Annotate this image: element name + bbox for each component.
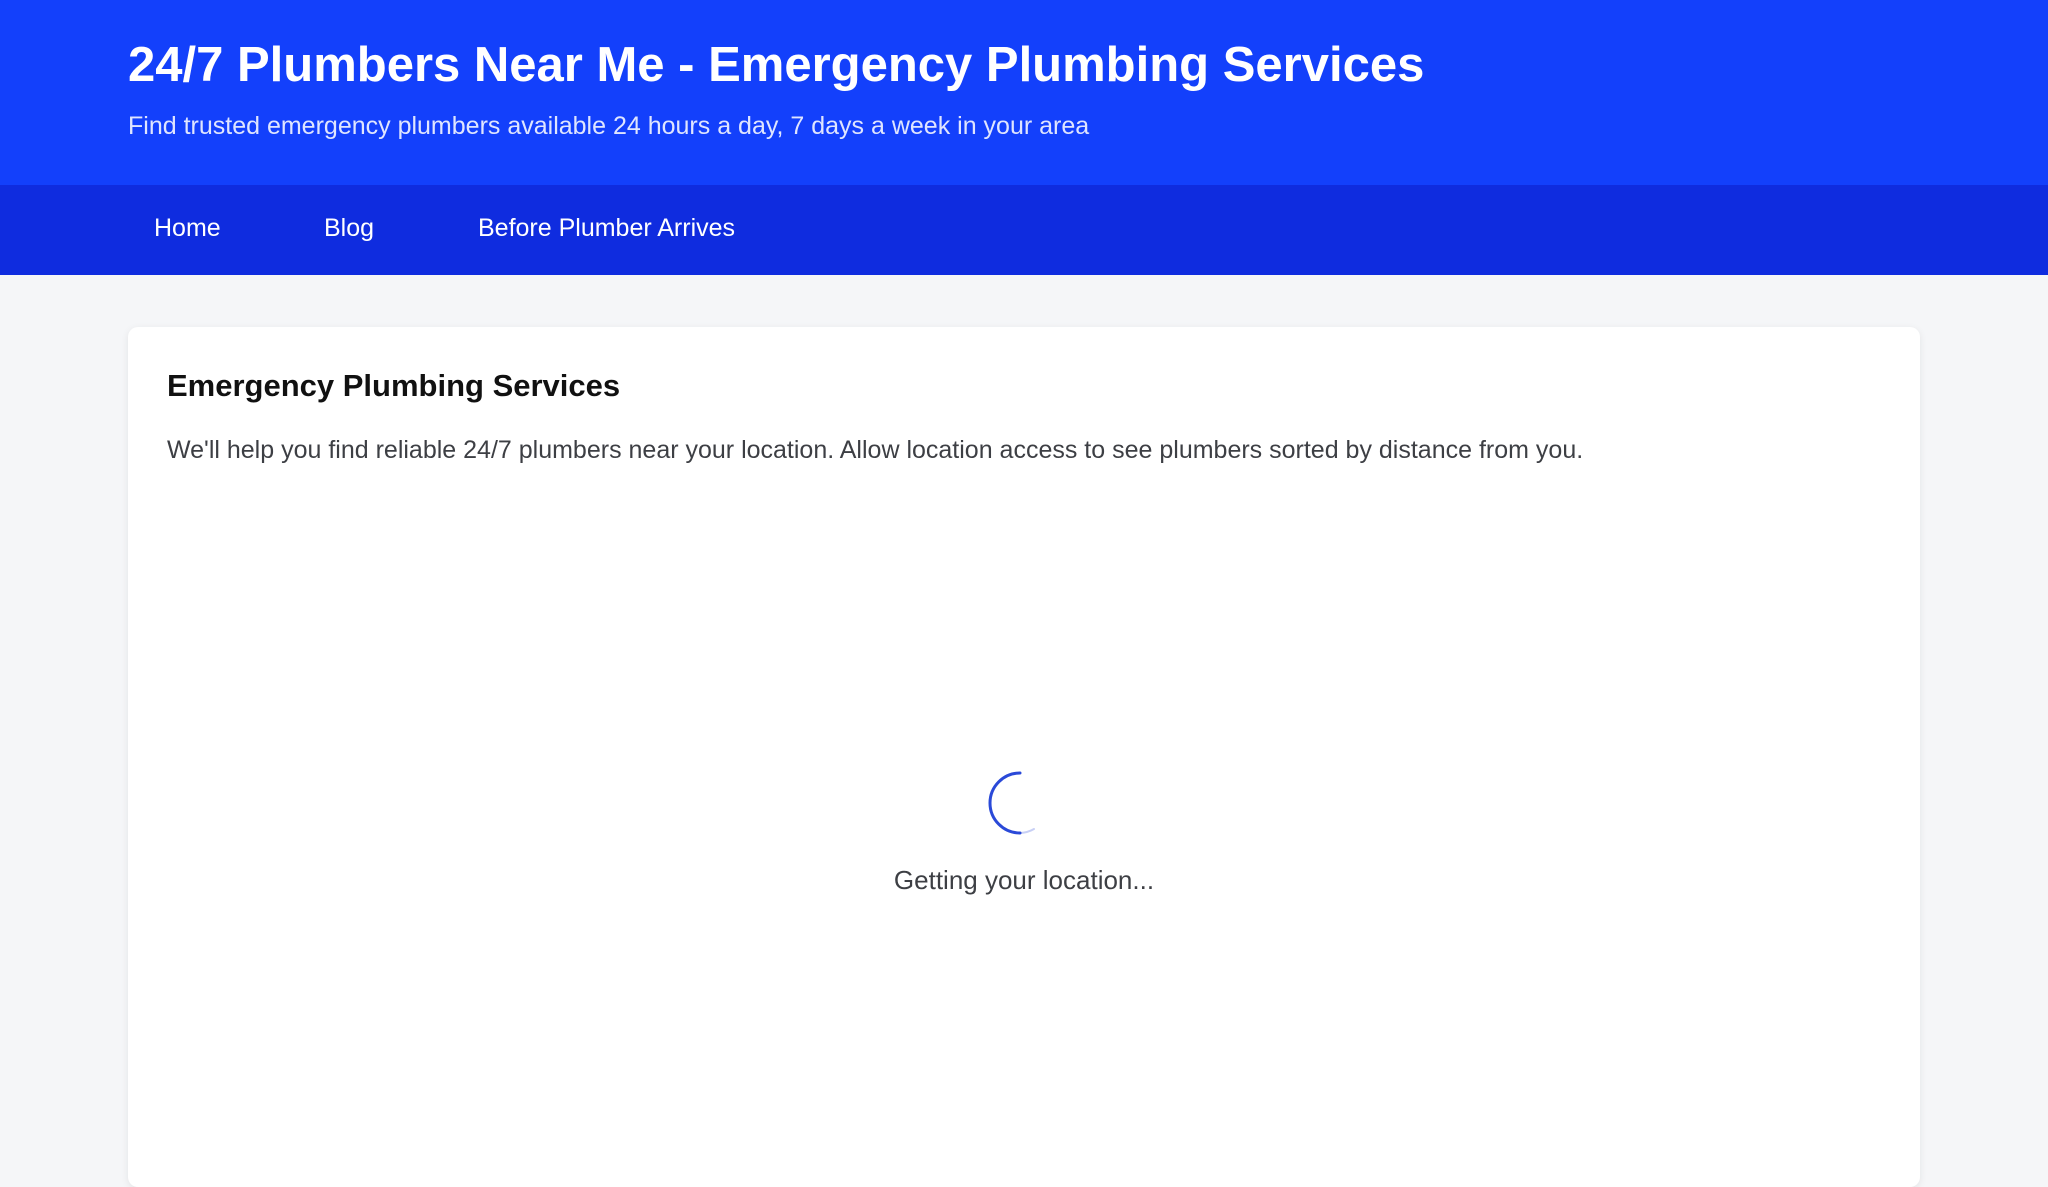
nav-link-home[interactable]: Home xyxy=(154,185,221,275)
nav-link-before-plumber-arrives[interactable]: Before Plumber Arrives xyxy=(478,185,735,275)
section-heading: Emergency Plumbing Services xyxy=(167,368,621,403)
site-subtitle: Find trusted emergency plumbers availabl… xyxy=(128,112,1090,140)
loading-status-text: Getting your location... xyxy=(893,865,1155,895)
site-header: 24/7 Plumbers Near Me - Emergency Plumbi… xyxy=(0,0,2048,185)
nav-link-blog[interactable]: Blog xyxy=(324,185,374,275)
site-title: 24/7 Plumbers Near Me - Emergency Plumbi… xyxy=(128,38,1425,92)
intro-text: We'll help you find reliable 24/7 plumbe… xyxy=(167,436,1584,464)
loading-spinner-icon xyxy=(988,771,1035,835)
main-nav: Home Blog Before Plumber Arrives xyxy=(0,185,2048,275)
content-card: Emergency Plumbing Services We'll help y… xyxy=(128,327,1920,1187)
